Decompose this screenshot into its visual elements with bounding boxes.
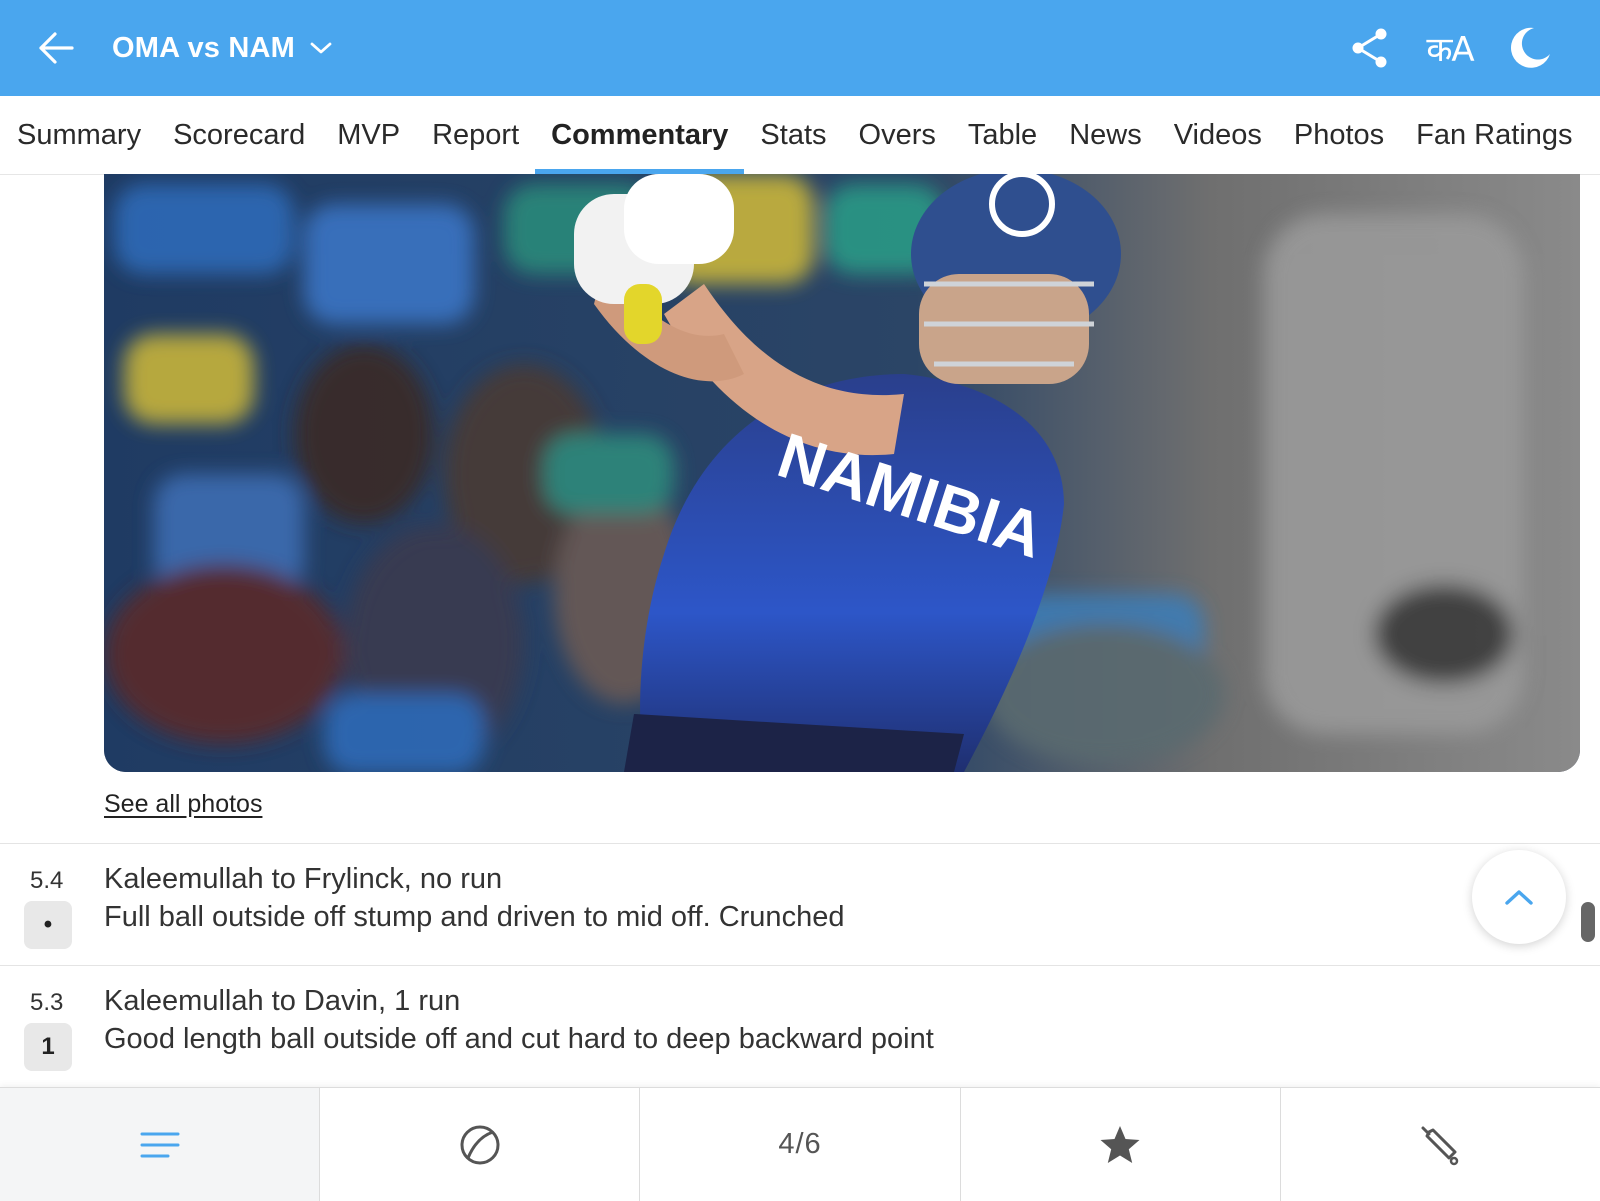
- commentary-item: 5.4 • Kaleemullah to Frylinck, no run Fu…: [0, 845, 1600, 965]
- commentary-item: 5.3 1 Kaleemullah to Davin, 1 run Good l…: [0, 967, 1600, 1087]
- divider: [0, 965, 1600, 966]
- ball-result-badge: 1: [24, 1023, 72, 1071]
- share-button[interactable]: [1330, 20, 1410, 76]
- divider: [0, 843, 1600, 844]
- language-button[interactable]: कA: [1410, 20, 1490, 76]
- language-icon: कA: [1426, 30, 1474, 70]
- bottom-bat-button[interactable]: [1279, 1088, 1600, 1201]
- star-icon: [1100, 1125, 1140, 1163]
- bat-icon: [1421, 1126, 1459, 1165]
- chevron-up-icon: [1505, 890, 1533, 905]
- share-icon: [1352, 28, 1387, 68]
- tab-photos[interactable]: Photos: [1278, 96, 1400, 174]
- over-number: 5.3: [30, 989, 64, 1016]
- scroll-to-top-button[interactable]: [1472, 850, 1566, 944]
- tab-overs[interactable]: Overs: [843, 96, 952, 174]
- see-all-photos-link[interactable]: See all photos: [104, 790, 262, 819]
- commentary-headline: Kaleemullah to Davin, 1 run: [104, 985, 461, 1017]
- bottom-favorites-button[interactable]: [959, 1088, 1280, 1201]
- match-title: OMA vs NAM: [112, 31, 295, 64]
- ball-result-badge: •: [24, 901, 72, 949]
- tab-videos[interactable]: Videos: [1158, 96, 1278, 174]
- tab-report[interactable]: Report: [416, 96, 535, 174]
- tab-summary[interactable]: Summary: [0, 96, 157, 174]
- scrollbar-thumb[interactable]: [1581, 902, 1595, 942]
- match-selector[interactable]: OMA vs NAM: [112, 28, 333, 68]
- match-photo[interactable]: NAMIBIA: [104, 174, 1580, 772]
- dark-mode-toggle[interactable]: [1490, 20, 1570, 76]
- tab-stats[interactable]: Stats: [744, 96, 842, 174]
- page-indicator-text: 4/6: [778, 1128, 822, 1160]
- arrow-left-icon: [39, 32, 74, 64]
- bottom-menu-button[interactable]: [0, 1088, 320, 1201]
- tab-news[interactable]: News: [1053, 96, 1158, 174]
- over-number: 5.4: [30, 867, 64, 894]
- bottom-bar: 4/6: [0, 1087, 1600, 1201]
- app-bar: OMA vs NAM कA: [0, 0, 1600, 96]
- batsman-photo-illustration: NAMIBIA: [104, 174, 1580, 772]
- tab-fan-ratings[interactable]: Fan Ratings: [1400, 96, 1588, 174]
- tab-scorecard[interactable]: Scorecard: [157, 96, 321, 174]
- page-indicator[interactable]: 4/6: [639, 1088, 959, 1201]
- tab-mvp[interactable]: MVP: [321, 96, 416, 174]
- commentary-headline: Kaleemullah to Frylinck, no run: [104, 863, 503, 895]
- back-button[interactable]: [30, 22, 82, 74]
- menu-icon: [140, 1132, 180, 1157]
- tab-table[interactable]: Table: [952, 96, 1053, 174]
- bottom-ball-button[interactable]: [319, 1088, 639, 1201]
- commentary-text: Good length ball outside off and cut har…: [104, 1023, 934, 1055]
- moon-icon: [1510, 27, 1550, 68]
- ball-icon: [460, 1125, 500, 1164]
- chevron-down-icon: [310, 42, 332, 54]
- tab-bar: Summary Scorecard MVP Report Commentary …: [0, 96, 1600, 175]
- commentary-text: Full ball outside off stump and driven t…: [104, 901, 845, 933]
- tab-commentary[interactable]: Commentary: [535, 96, 745, 174]
